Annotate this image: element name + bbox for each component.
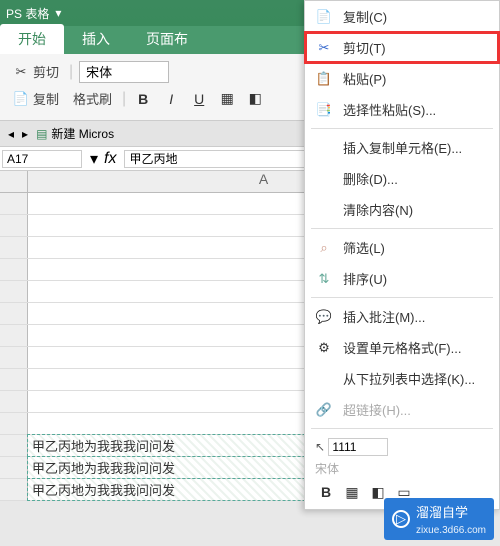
menu-hyperlink-label: 超链接(H)... (343, 400, 411, 419)
comment-icon: 💬 (315, 308, 333, 326)
row-header[interactable] (0, 413, 28, 434)
row-header[interactable] (0, 303, 28, 324)
fill-color-button[interactable]: ◧ (244, 88, 266, 110)
menu-value-box[interactable] (328, 438, 388, 456)
row-header[interactable] (0, 259, 28, 280)
row-header[interactable] (0, 215, 28, 236)
paste-icon: 📋 (315, 70, 333, 88)
menu-sort-label: 排序(U) (343, 269, 387, 288)
menu-clear[interactable]: 清除内容(N) (305, 194, 499, 225)
menu-clear-label: 清除内容(N) (343, 200, 413, 219)
copy-icon: 📄 (315, 8, 333, 26)
select-all-corner[interactable] (0, 171, 28, 192)
row-header[interactable] (0, 435, 28, 456)
menu-font-display: 宋体 (315, 460, 489, 477)
menu-format-cells-label: 设置单元格格式(F)... (343, 338, 461, 357)
menu-delete[interactable]: 删除(D)... (305, 163, 499, 194)
menu-insert-comment[interactable]: 💬 插入批注(M)... (305, 301, 499, 332)
menu-paste-special[interactable]: 📑 选择性粘贴(S)... (305, 94, 499, 125)
row-header[interactable] (0, 479, 28, 500)
filter-icon: ⌕ (315, 239, 333, 257)
format-painter-button[interactable]: 格式刷 (69, 87, 116, 110)
mini-bold-button[interactable]: B (315, 481, 337, 503)
menu-insert-comment-label: 插入批注(M)... (343, 307, 425, 326)
menu-sort[interactable]: ⇅ 排序(U) (305, 263, 499, 294)
cut-button[interactable]: ✂ 剪切 (8, 60, 63, 83)
mini-border-button[interactable]: ▦ (341, 481, 363, 503)
row-header[interactable] (0, 369, 28, 390)
menu-delete-label: 删除(D)... (343, 169, 398, 188)
menu-cut-label: 剪切(T) (343, 38, 386, 57)
blank-icon (315, 370, 333, 388)
font-name-label: 宋体 (86, 62, 112, 81)
menu-copy-label: 复制(C) (343, 7, 387, 26)
font-select[interactable]: 宋体 (79, 61, 169, 83)
copy-label: 复制 (33, 89, 59, 108)
sort-icon: ⇅ (315, 270, 333, 288)
fx-icon[interactable]: fx (104, 150, 116, 168)
watermark: ▷ 溜溜自学 zixue.3d66.com (384, 498, 494, 540)
scissors-icon: ✂ (12, 63, 30, 81)
menu-filter-label: 筛选(L) (343, 238, 385, 257)
sheet-icon: ▤ (36, 127, 47, 141)
row-header[interactable] (0, 391, 28, 412)
menu-filter[interactable]: ⌕ 筛选(L) (305, 232, 499, 263)
fx-dropdown-icon[interactable]: ▾ (90, 149, 98, 169)
menu-format-cells[interactable]: ⚙ 设置单元格格式(F)... (305, 332, 499, 363)
row-header[interactable] (0, 237, 28, 258)
menu-separator (311, 428, 493, 429)
tab-start[interactable]: 开始 (0, 24, 64, 54)
border-button[interactable]: ▦ (216, 88, 238, 110)
format-icon: ⚙ (315, 339, 333, 357)
row-header[interactable] (0, 347, 28, 368)
scissors-icon: ✂ (315, 39, 333, 57)
menu-hyperlink: 🔗 超链接(H)... (305, 394, 499, 425)
paste-special-icon: 📑 (315, 101, 333, 119)
watermark-name: 溜溜自学 (416, 505, 468, 520)
row-header[interactable] (0, 325, 28, 346)
menu-copy[interactable]: 📄 复制(C) (305, 1, 499, 32)
row-header[interactable] (0, 193, 28, 214)
watermark-sub: zixue.3d66.com (416, 525, 486, 536)
doc-tab-caret-right[interactable]: ▸ (22, 127, 28, 141)
cursor-icon: ↖ (315, 440, 325, 454)
new-doc-label: 新建 Micros (51, 125, 114, 142)
menu-cut[interactable]: ✂ 剪切(T) (305, 32, 499, 63)
blank-icon (315, 170, 333, 188)
copy-button[interactable]: 📄 复制 (8, 87, 63, 110)
menu-separator (311, 128, 493, 129)
app-name: PS 表格 (6, 5, 49, 22)
menu-separator (311, 228, 493, 229)
hyperlink-icon: 🔗 (315, 401, 333, 419)
menu-insert-cells[interactable]: 插入复制单元格(E)... (305, 132, 499, 163)
menu-separator (311, 297, 493, 298)
title-dropdown-icon[interactable]: ▾ (55, 6, 61, 20)
name-box[interactable] (2, 150, 82, 168)
doc-tab-caret-left[interactable]: ◂ (8, 127, 14, 141)
blank-icon (315, 201, 333, 219)
menu-dropdown-list[interactable]: 从下拉列表中选择(K)... (305, 363, 499, 394)
watermark-logo-icon: ▷ (392, 510, 410, 528)
menu-insert-cells-label: 插入复制单元格(E)... (343, 138, 462, 157)
cut-label: 剪切 (33, 62, 59, 81)
menu-paste[interactable]: 📋 粘贴(P) (305, 63, 499, 94)
context-menu: 📄 复制(C) ✂ 剪切(T) 📋 粘贴(P) 📑 选择性粘贴(S)... 插入… (304, 0, 500, 510)
blank-icon (315, 139, 333, 157)
menu-dropdown-list-label: 从下拉列表中选择(K)... (343, 369, 475, 388)
underline-button[interactable]: U (188, 88, 210, 110)
bold-button[interactable]: B (132, 88, 154, 110)
menu-paste-special-label: 选择性粘贴(S)... (343, 100, 436, 119)
row-header[interactable] (0, 457, 28, 478)
tab-insert[interactable]: 插入 (64, 24, 128, 54)
doc-tab-new[interactable]: ▤ 新建 Micros (36, 125, 114, 142)
format-painter-label: 格式刷 (73, 89, 112, 108)
menu-paste-label: 粘贴(P) (343, 69, 386, 88)
tab-page-layout[interactable]: 页面布 (128, 24, 206, 54)
italic-button[interactable]: I (160, 88, 182, 110)
copy-icon: 📄 (12, 90, 30, 108)
row-header[interactable] (0, 281, 28, 302)
